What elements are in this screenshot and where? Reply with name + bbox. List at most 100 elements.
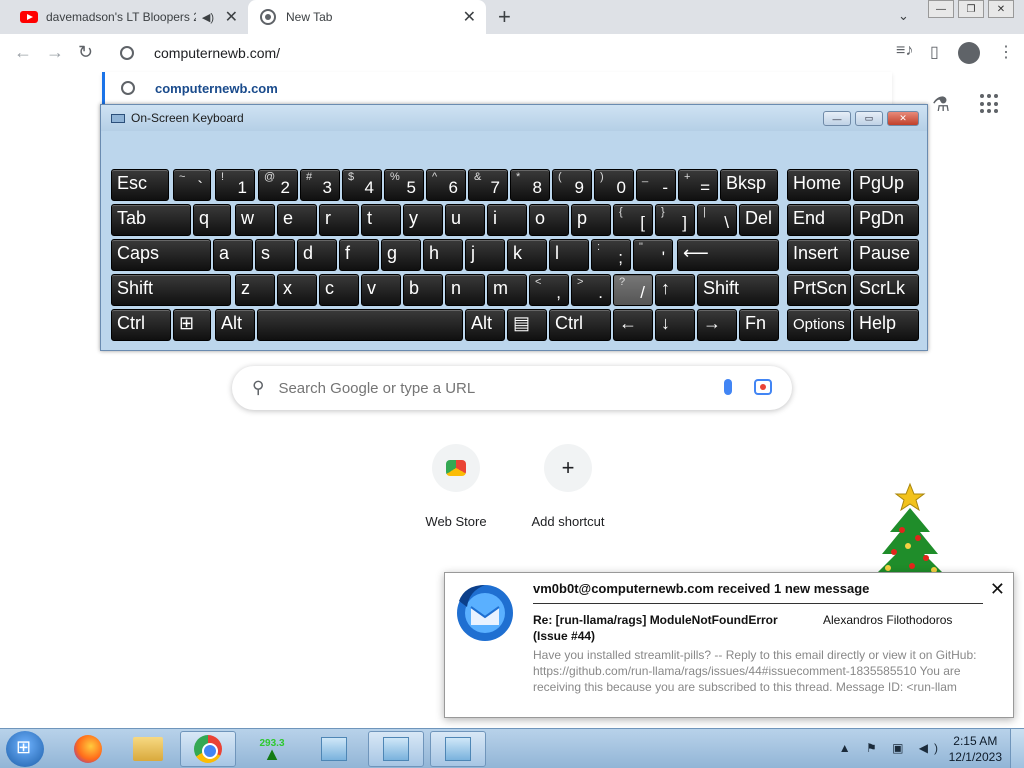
osk-key-end[interactable]: End: [787, 204, 851, 236]
osk-key-w[interactable]: w: [235, 204, 275, 236]
new-tab-button[interactable]: +: [498, 4, 511, 30]
tab-close-button[interactable]: ✕: [225, 7, 238, 27]
profile-avatar[interactable]: [958, 42, 980, 64]
osk-key-b[interactable]: b: [403, 274, 443, 306]
menu-icon[interactable]: ⋮: [998, 42, 1014, 62]
osk-key-home[interactable]: Home: [787, 169, 851, 201]
osk-titlebar[interactable]: On-Screen Keyboard: [101, 105, 927, 131]
osk-key-`[interactable]: ~ `: [173, 169, 211, 201]
osk-key-bksp[interactable]: Bksp: [720, 169, 778, 201]
osk-key-z[interactable]: z: [235, 274, 275, 306]
clock[interactable]: 2:15 AM 12/1/2023: [949, 733, 1002, 765]
osk-minimize-button[interactable]: —: [823, 111, 851, 126]
osk-key-v[interactable]: v: [361, 274, 401, 306]
reload-icon[interactable]: ↻: [78, 42, 93, 63]
taskbar-notepad[interactable]: [306, 731, 362, 767]
tab-new-tab[interactable]: New Tab ✕: [248, 0, 486, 34]
osk-key--[interactable]: _ -: [636, 169, 676, 201]
osk-key-symbol-60[interactable]: ↑: [655, 274, 695, 306]
osk-key-'[interactable]: " ': [633, 239, 673, 271]
osk-key-c[interactable]: c: [319, 274, 359, 306]
osk-key-pause[interactable]: Pause: [853, 239, 919, 271]
osk-key-u[interactable]: u: [445, 204, 485, 236]
osk-key-][interactable]: }]: [655, 204, 695, 236]
taskbar-chrome[interactable]: [180, 731, 236, 767]
osk-key-help[interactable]: Help: [853, 309, 919, 341]
forward-icon[interactable]: →: [46, 42, 64, 63]
osk-close-button[interactable]: ✕: [887, 111, 919, 126]
osk-key-caps[interactable]: Caps: [111, 239, 211, 271]
osk-key-6[interactable]: ^ 6: [426, 169, 466, 201]
notification-close-icon[interactable]: ✕: [990, 579, 1005, 600]
osk-key-,[interactable]: <,: [529, 274, 569, 306]
search-input[interactable]: [278, 379, 699, 397]
speaker-icon[interactable]: ◀): [202, 11, 214, 24]
start-button[interactable]: [6, 731, 44, 767]
close-button[interactable]: ✕: [988, 0, 1014, 18]
address-input[interactable]: [154, 45, 754, 61]
osk-key-fn[interactable]: Fn: [739, 309, 779, 341]
shortcut-add[interactable]: + Add shortcut: [512, 444, 624, 529]
osk-key-7[interactable]: & 7: [468, 169, 508, 201]
osk-key-del[interactable]: Del: [739, 204, 779, 236]
osk-maximize-button[interactable]: ▭: [855, 111, 883, 126]
osk-key-shift[interactable]: Shift: [111, 274, 231, 306]
camera-lens-icon[interactable]: [754, 379, 772, 395]
omnibox-suggestion[interactable]: computernewb.com: [102, 72, 892, 104]
osk-key-tab[interactable]: Tab: [111, 204, 191, 236]
side-panel-icon[interactable]: ▯: [930, 42, 939, 62]
mail-notification[interactable]: vm0b0t@computernewb.com received 1 new m…: [444, 572, 1014, 718]
osk-key-0[interactable]: ) 0: [594, 169, 634, 201]
osk-key-insert[interactable]: Insert: [787, 239, 851, 271]
osk-key-e[interactable]: e: [277, 204, 317, 236]
osk-key-ctrl[interactable]: Ctrl: [111, 309, 171, 341]
osk-key-;[interactable]: :;: [591, 239, 631, 271]
osk-key-x[interactable]: x: [277, 274, 317, 306]
osk-key-9[interactable]: (9: [552, 169, 592, 201]
osk-key-q[interactable]: q: [193, 204, 231, 236]
osk-key-h[interactable]: h: [423, 239, 463, 271]
labs-flask-icon[interactable]: ⚗: [932, 92, 950, 117]
system-tray-icons[interactable]: ▲ ⚑ ▣ ◀): [839, 741, 944, 755]
google-apps-icon[interactable]: [980, 94, 1000, 114]
osk-key-options[interactable]: Options: [787, 309, 851, 341]
minimize-button[interactable]: —: [928, 0, 954, 18]
osk-key-pgup[interactable]: PgUp: [853, 169, 919, 201]
osk-key-symbol-72[interactable]: ↓: [655, 309, 695, 341]
osk-key-i[interactable]: i: [487, 204, 527, 236]
microphone-icon[interactable]: [724, 379, 732, 395]
osk-key-n[interactable]: n: [445, 274, 485, 306]
osk-key-d[interactable]: d: [297, 239, 337, 271]
taskbar-on-screen-keyboard[interactable]: [430, 731, 486, 767]
osk-key-\[interactable]: | \: [697, 204, 737, 236]
osk-key-space[interactable]: [257, 309, 463, 341]
osk-key-8[interactable]: * 8: [510, 169, 550, 201]
tab-search-icon[interactable]: ⌄: [898, 8, 909, 24]
taskbar-firefox[interactable]: [60, 731, 116, 767]
osk-key-prtscn[interactable]: PrtScn: [787, 274, 851, 306]
osk-key-l[interactable]: l: [549, 239, 589, 271]
back-icon[interactable]: ←: [14, 42, 32, 63]
osk-key-symbol-71[interactable]: ←: [613, 309, 653, 341]
restore-button[interactable]: ❐: [958, 0, 984, 18]
osk-key-shift[interactable]: Shift: [697, 274, 779, 306]
osk-key-o[interactable]: o: [529, 204, 569, 236]
osk-key-3[interactable]: #3: [300, 169, 340, 201]
osk-key-=[interactable]: + =: [678, 169, 718, 201]
osk-key-alt[interactable]: Alt: [465, 309, 505, 341]
osk-key-4[interactable]: $4: [342, 169, 382, 201]
osk-key-ctrl[interactable]: Ctrl: [549, 309, 611, 341]
media-control-icon[interactable]: ≡♪: [896, 42, 913, 60]
taskbar-tree-app[interactable]: 293.3 ▲: [244, 731, 300, 767]
osk-key-/[interactable]: ? /: [613, 274, 653, 306]
google-search-box[interactable]: ⚲: [232, 366, 792, 410]
taskbar-control-panel[interactable]: [368, 731, 424, 767]
tab-youtube[interactable]: davemadson's LT Bloopers 2 ◀) ✕: [8, 0, 248, 34]
osk-key-symbol-65[interactable]: ⊞: [173, 309, 211, 341]
osk-key-1[interactable]: ! 1: [215, 169, 255, 201]
osk-key-esc[interactable]: Esc: [111, 169, 169, 201]
osk-key-symbol-69[interactable]: ▤: [507, 309, 547, 341]
osk-key-j[interactable]: j: [465, 239, 505, 271]
osk-key-s[interactable]: s: [255, 239, 295, 271]
osk-key-g[interactable]: g: [381, 239, 421, 271]
